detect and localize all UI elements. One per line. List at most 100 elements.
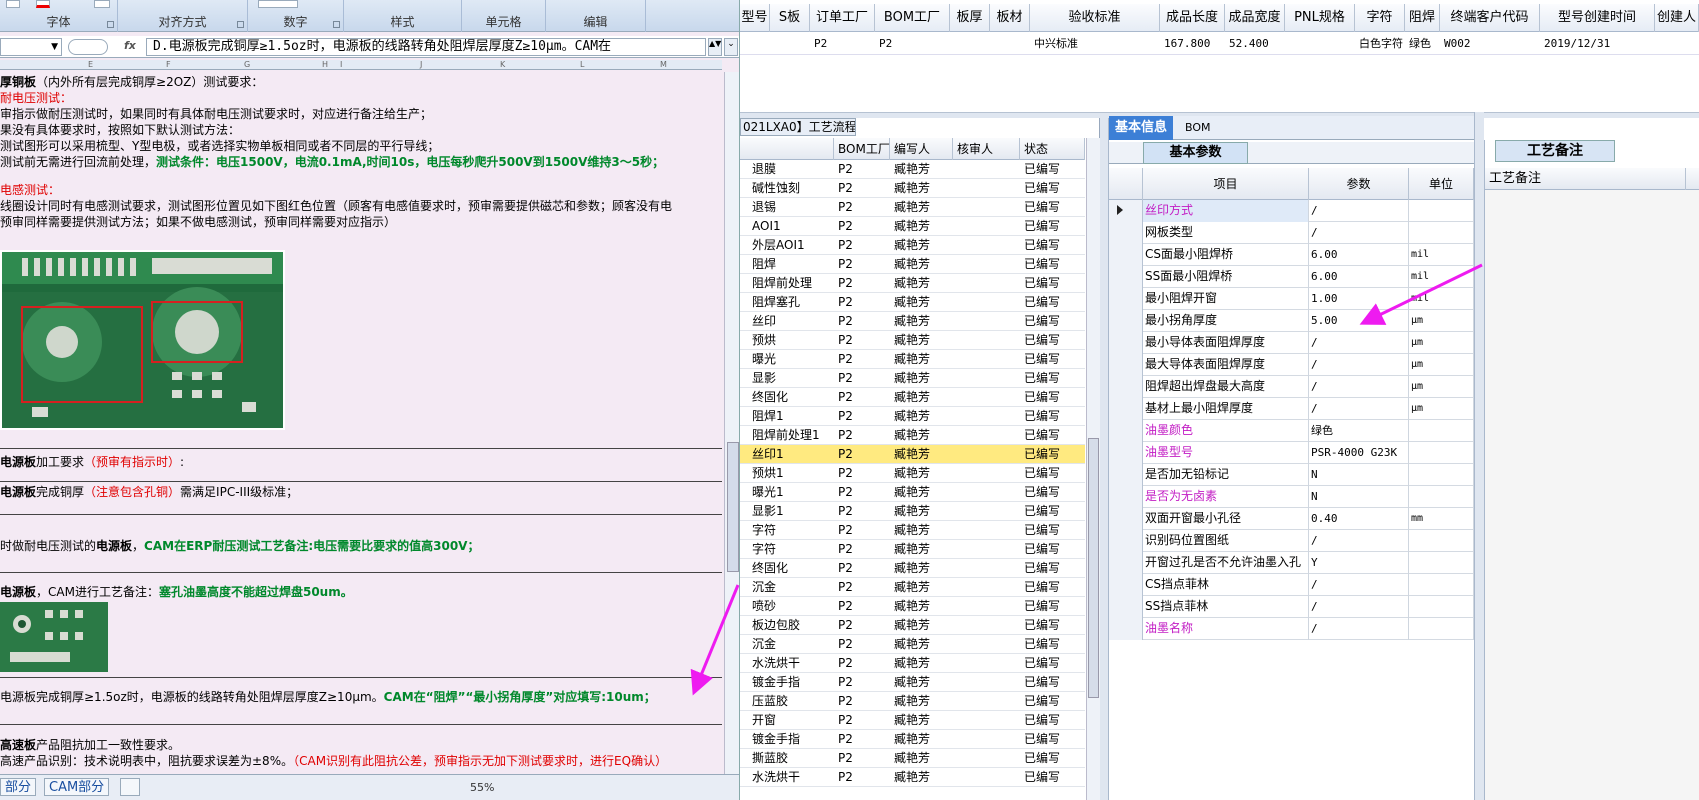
grid-row[interactable]: 双面开窗最小孔径 0.40 mm (1109, 508, 1474, 530)
ribbon-group-align[interactable]: 对齐方式 (118, 0, 248, 32)
grid-cell-item[interactable]: CS挡点菲林 (1143, 574, 1309, 596)
table-cell[interactable]: P2 (814, 33, 875, 55)
table-cell[interactable]: 中兴标准 (1034, 33, 1160, 55)
formula-input[interactable]: D.电源板完成铜厚≥1.5oz时，电源板的线路转角处阻焊层厚度Z≥10μm。CA… (146, 38, 706, 56)
grid-cell-val[interactable]: 6.00 (1309, 244, 1409, 266)
tab-basic-info[interactable]: 基本信息 (1109, 116, 1174, 140)
splitter[interactable] (1474, 112, 1484, 800)
scroll-thumb[interactable] (727, 442, 739, 572)
sheet-tab[interactable]: CAM部分 (44, 778, 110, 796)
sheet-text-line[interactable]: 果没有具体要求时，按照如下默认测试方法： (0, 122, 240, 138)
row-indicator[interactable] (1109, 376, 1143, 398)
table-cell[interactable]: W002 (1444, 33, 1540, 55)
table-row[interactable]: 阻焊前处理1 P2 臧艳芳 已编写 (740, 426, 1085, 445)
grid-cell-item[interactable]: 丝印方式 (1143, 200, 1309, 222)
grid-cell-val[interactable]: / (1309, 222, 1409, 244)
row-indicator[interactable] (1109, 266, 1143, 288)
grid-cell-item[interactable]: 油墨颜色 (1143, 420, 1309, 442)
column-header[interactable]: F (166, 60, 171, 70)
grid-cell-unit[interactable] (1409, 574, 1474, 596)
grid-cell-unit[interactable] (1409, 530, 1474, 552)
row-indicator[interactable] (1109, 222, 1143, 244)
grid-row[interactable]: CS面最小阻焊桥 6.00 mil (1109, 244, 1474, 266)
name-box[interactable]: ▼ (0, 38, 62, 56)
grid-row[interactable]: SS挡点菲林 / (1109, 596, 1474, 618)
table-cell[interactable]: 白色字符 (1359, 33, 1405, 55)
search-icon[interactable] (68, 39, 108, 55)
table-row[interactable]: 沉金 P2 臧艳芳 已编写 (740, 578, 1085, 597)
table-cell[interactable] (954, 33, 990, 55)
sheet-text-line[interactable]: 厚铜板（内外所有层完成铜厚≥2OZ）测试要求： (0, 74, 263, 90)
grid-row[interactable]: 最小拐角厚度 5.00 μm (1109, 310, 1474, 332)
grid-cell-unit[interactable] (1409, 552, 1474, 574)
tab-basic-params[interactable]: 基本参数 (1143, 142, 1248, 164)
grid-cell-item[interactable]: 基材上最小阻焊厚度 (1143, 398, 1309, 420)
table-row[interactable]: 丝印1 P2 臧艳芳 已编写 (740, 445, 1085, 464)
column-header[interactable]: 核审人 (953, 138, 1020, 160)
column-header[interactable]: G (244, 60, 250, 70)
table-cell[interactable] (1659, 33, 1699, 55)
tab-bom[interactable]: BOM (1179, 116, 1217, 140)
sheet-text-line[interactable]: 预审同样需要提供测试方法；如果不做电感测试，预审同样需要对应指示） (0, 214, 396, 230)
row-indicator[interactable] (1109, 464, 1143, 486)
sheet-text-line[interactable]: 电源板，CAM进行工艺备注：塞孔油墨高度不能超过焊盘50um。 (0, 584, 353, 600)
column-header[interactable]: BOM工厂 (875, 4, 950, 32)
table-row[interactable]: 字符 P2 臧艳芳 已编写 (740, 540, 1085, 559)
grid-cell-item[interactable]: 开窗过孔是否不允许油墨入孔 (1143, 552, 1309, 574)
table-cell[interactable]: P2 (879, 33, 950, 55)
column-header[interactable]: 状态 (1020, 138, 1085, 160)
process-flow-title[interactable]: 021LXA0】工艺流程 (740, 118, 856, 136)
row-indicator[interactable] (1109, 354, 1143, 376)
params-grid-body[interactable]: 丝印方式 / 网板类型 / CS面最小阻焊桥 6.00 mil SS面最小阻焊桥 6.00 mil… (1109, 200, 1474, 760)
grid-cell-item[interactable]: 油墨名称 (1143, 618, 1309, 640)
sheet-text-line[interactable]: 测试图形可以采用梳型、Y型电极，或者选择实物单板相同或者不同层的平行导线； (0, 138, 439, 154)
grid-cell-unit[interactable]: μm (1409, 398, 1474, 420)
table-row[interactable]: 显影1 P2 臧艳芳 已编写 (740, 502, 1085, 521)
table-row[interactable]: 预烘 P2 臧艳芳 已编写 (740, 331, 1085, 350)
column-header[interactable]: K (500, 60, 505, 70)
row-indicator[interactable] (1109, 398, 1143, 420)
table-row[interactable]: 阻焊1 P2 臧艳芳 已编写 (740, 407, 1085, 426)
table-row[interactable]: 字符 P2 臧艳芳 已编写 (740, 521, 1085, 540)
column-header[interactable]: 字符 (1355, 4, 1405, 32)
insert-sheet-icon[interactable] (120, 778, 140, 796)
grid-cell-unit[interactable] (1409, 596, 1474, 618)
grid-cell-unit[interactable] (1409, 464, 1474, 486)
grid-row[interactable]: 阻焊超出焊盘最大高度 / μm (1109, 376, 1474, 398)
table-row[interactable]: 开窗 P2 臧艳芳 已编写 (740, 711, 1085, 730)
table-row[interactable]: 碱性蚀刻 P2 臧艳芳 已编写 (740, 179, 1085, 198)
splitter[interactable] (1100, 118, 1109, 800)
column-header[interactable]: 创建人 (1655, 4, 1699, 32)
scroll-thumb[interactable] (1088, 438, 1099, 698)
table-cell[interactable] (994, 33, 1030, 55)
grid-cell-val[interactable]: 绿色 (1309, 420, 1409, 442)
grid-cell-unit[interactable]: mil (1409, 244, 1474, 266)
row-indicator[interactable] (1109, 618, 1143, 640)
phonetic-icon[interactable] (94, 0, 110, 8)
grid-row[interactable]: 是否加无铅标记 N (1109, 464, 1474, 486)
grid-cell-val[interactable]: / (1309, 354, 1409, 376)
grid-cell-unit[interactable]: mil (1409, 266, 1474, 288)
grid-cell-val[interactable]: Y (1309, 552, 1409, 574)
column-header[interactable]: L (580, 60, 584, 70)
column-header[interactable]: E (88, 60, 93, 70)
column-header[interactable]: 型号创建时间 (1540, 4, 1655, 32)
vertical-scrollbar[interactable] (724, 72, 739, 774)
column-header[interactable]: 阻焊 (1405, 4, 1440, 32)
sheet-text-line[interactable]: 电源板加工要求（预审有指示时）: (0, 454, 184, 470)
table-row[interactable]: 阻焊 P2 臧艳芳 已编写 (740, 255, 1085, 274)
column-header[interactable]: 成品长度 (1160, 4, 1225, 32)
grid-cell-item[interactable]: SS挡点菲林 (1143, 596, 1309, 618)
column-header-item[interactable]: 项目 (1143, 168, 1309, 200)
grid-cell-unit[interactable]: μm (1409, 310, 1474, 332)
chevron-down-icon[interactable]: ▼ (51, 42, 58, 52)
column-header[interactable]: H (322, 60, 328, 70)
column-header-unit[interactable]: 单位 (1409, 168, 1474, 200)
process-table-body[interactable]: 退膜 P2 臧艳芳 已编写 碱性蚀刻 P2 臧艳芳 已编写 退锡 P2 臧艳芳 已编写 AOI1 P2 臧艳… (740, 160, 1085, 800)
dialog-launcher-icon[interactable] (237, 21, 244, 28)
grid-row[interactable]: 网板类型 / (1109, 222, 1474, 244)
worksheet[interactable]: 厚铜板（内外所有层完成铜厚≥2OZ）测试要求： 耐电压测试： 审指示做耐压测试时，如… (0, 72, 722, 772)
table-cell[interactable]: 绿色 (1409, 33, 1440, 55)
grid-row[interactable]: CS挡点菲林 / (1109, 574, 1474, 596)
row-indicator[interactable] (1109, 332, 1143, 354)
